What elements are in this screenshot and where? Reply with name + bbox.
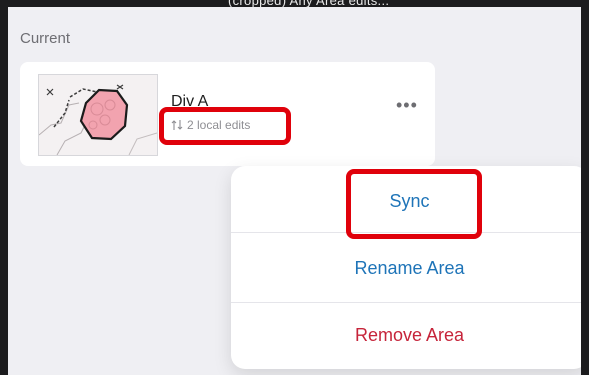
map-thumbnail-graphic — [39, 75, 157, 155]
area-map-thumbnail — [38, 74, 158, 156]
local-edits-status: 2 local edits — [171, 118, 250, 132]
local-edits-label: 2 local edits — [187, 118, 251, 132]
sync-menu-item[interactable]: Sync — [231, 171, 581, 231]
menu-divider — [231, 302, 581, 303]
sync-arrows-icon — [171, 120, 183, 130]
area-card[interactable]: Div A 2 local edits ••• — [20, 62, 435, 166]
main-window: (cropped) Any Area edits... Current Div … — [8, 0, 581, 375]
remove-area-menu-item[interactable]: Remove Area — [231, 305, 581, 365]
popover-arrow — [395, 156, 415, 166]
more-ellipsis-icon: ••• — [396, 95, 418, 115]
rename-area-menu-item[interactable]: Rename Area — [231, 238, 581, 298]
top-bar-cutoff: (cropped) Any Area edits... — [8, 0, 581, 8]
section-title: Current — [20, 30, 71, 47]
menu-divider — [231, 232, 581, 233]
area-actions-popover: Sync Rename Area Remove Area — [231, 166, 581, 369]
cropped-header-text: (cropped) Any Area edits... — [228, 0, 390, 8]
more-options-button[interactable]: ••• — [396, 95, 418, 116]
area-name: Div A — [171, 93, 209, 110]
